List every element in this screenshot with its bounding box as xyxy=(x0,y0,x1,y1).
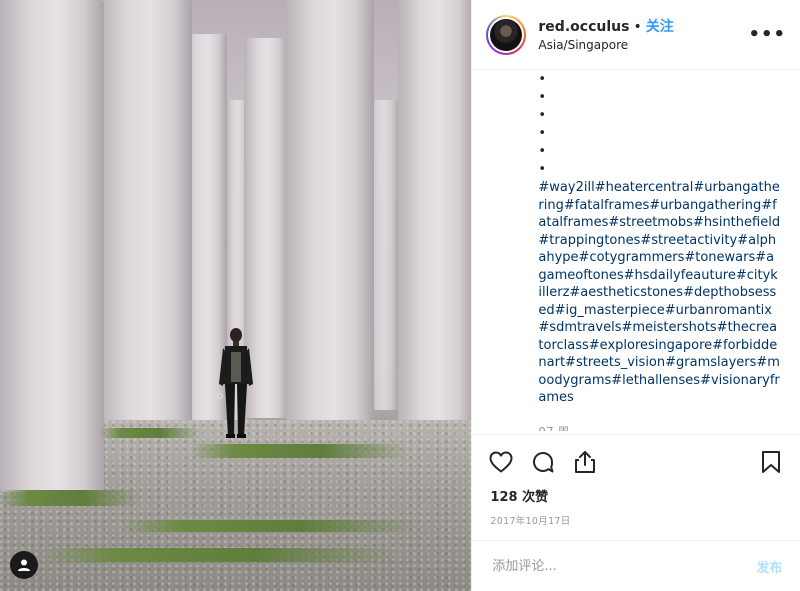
user-tag-icon[interactable] xyxy=(10,551,38,579)
photo-pillar xyxy=(286,0,374,438)
add-comment-bar: 发布 xyxy=(472,540,800,591)
comment-input[interactable] xyxy=(490,557,757,575)
photo-person xyxy=(217,328,253,438)
comment-icon[interactable] xyxy=(530,449,556,475)
photo-grass xyxy=(40,548,400,562)
header-separator: • xyxy=(633,18,642,35)
instagram-post-view: red.occulus•关注 Asia/Singapore ••• #way2i… xyxy=(0,0,800,591)
profile-avatar[interactable] xyxy=(486,14,527,55)
location-link[interactable]: Asia/Singapore xyxy=(538,38,748,52)
post-comment-button[interactable]: 发布 xyxy=(756,557,782,576)
more-options-icon[interactable]: ••• xyxy=(748,24,786,45)
bookmark-icon[interactable] xyxy=(758,449,784,475)
post-photo[interactable] xyxy=(0,0,472,591)
username-link[interactable]: red.occulus xyxy=(538,19,629,35)
photo-grass xyxy=(0,490,140,506)
follow-button[interactable]: 关注 xyxy=(646,19,674,35)
caption-bullet xyxy=(538,71,780,89)
photo-pillar xyxy=(0,0,104,492)
caption-bullet xyxy=(538,143,780,161)
photo-pillar xyxy=(398,0,472,478)
post-date: 2017年10月17日 xyxy=(490,516,571,527)
post-header: red.occulus • 关注 Asia/Singapore ••• xyxy=(472,0,800,70)
likes-count[interactable]: 128 次赞 xyxy=(490,486,548,505)
caption-hashtags[interactable]: #way2ill#heatercentral#urbangathering#fa… xyxy=(538,179,780,407)
caption-bullet xyxy=(538,107,780,125)
heart-icon[interactable] xyxy=(488,449,514,475)
photo-pillar xyxy=(100,0,192,440)
share-icon[interactable] xyxy=(572,449,598,475)
photo-grass xyxy=(120,520,420,532)
caption-bullet xyxy=(538,125,780,143)
caption-bullet-list xyxy=(538,71,780,179)
photo-grass xyxy=(190,444,410,458)
post-actions-bar xyxy=(472,434,800,488)
post-side-panel: red.occulus•关注 Asia/Singapore ••• #way2i… xyxy=(471,0,800,591)
caption-area: #way2ill#heatercentral#urbangathering#fa… xyxy=(472,71,800,431)
comment-time-ago[interactable]: 97 周 xyxy=(538,423,780,432)
caption-bullet xyxy=(538,161,780,179)
photo-grass xyxy=(100,428,200,438)
caption-bullet xyxy=(538,89,780,107)
